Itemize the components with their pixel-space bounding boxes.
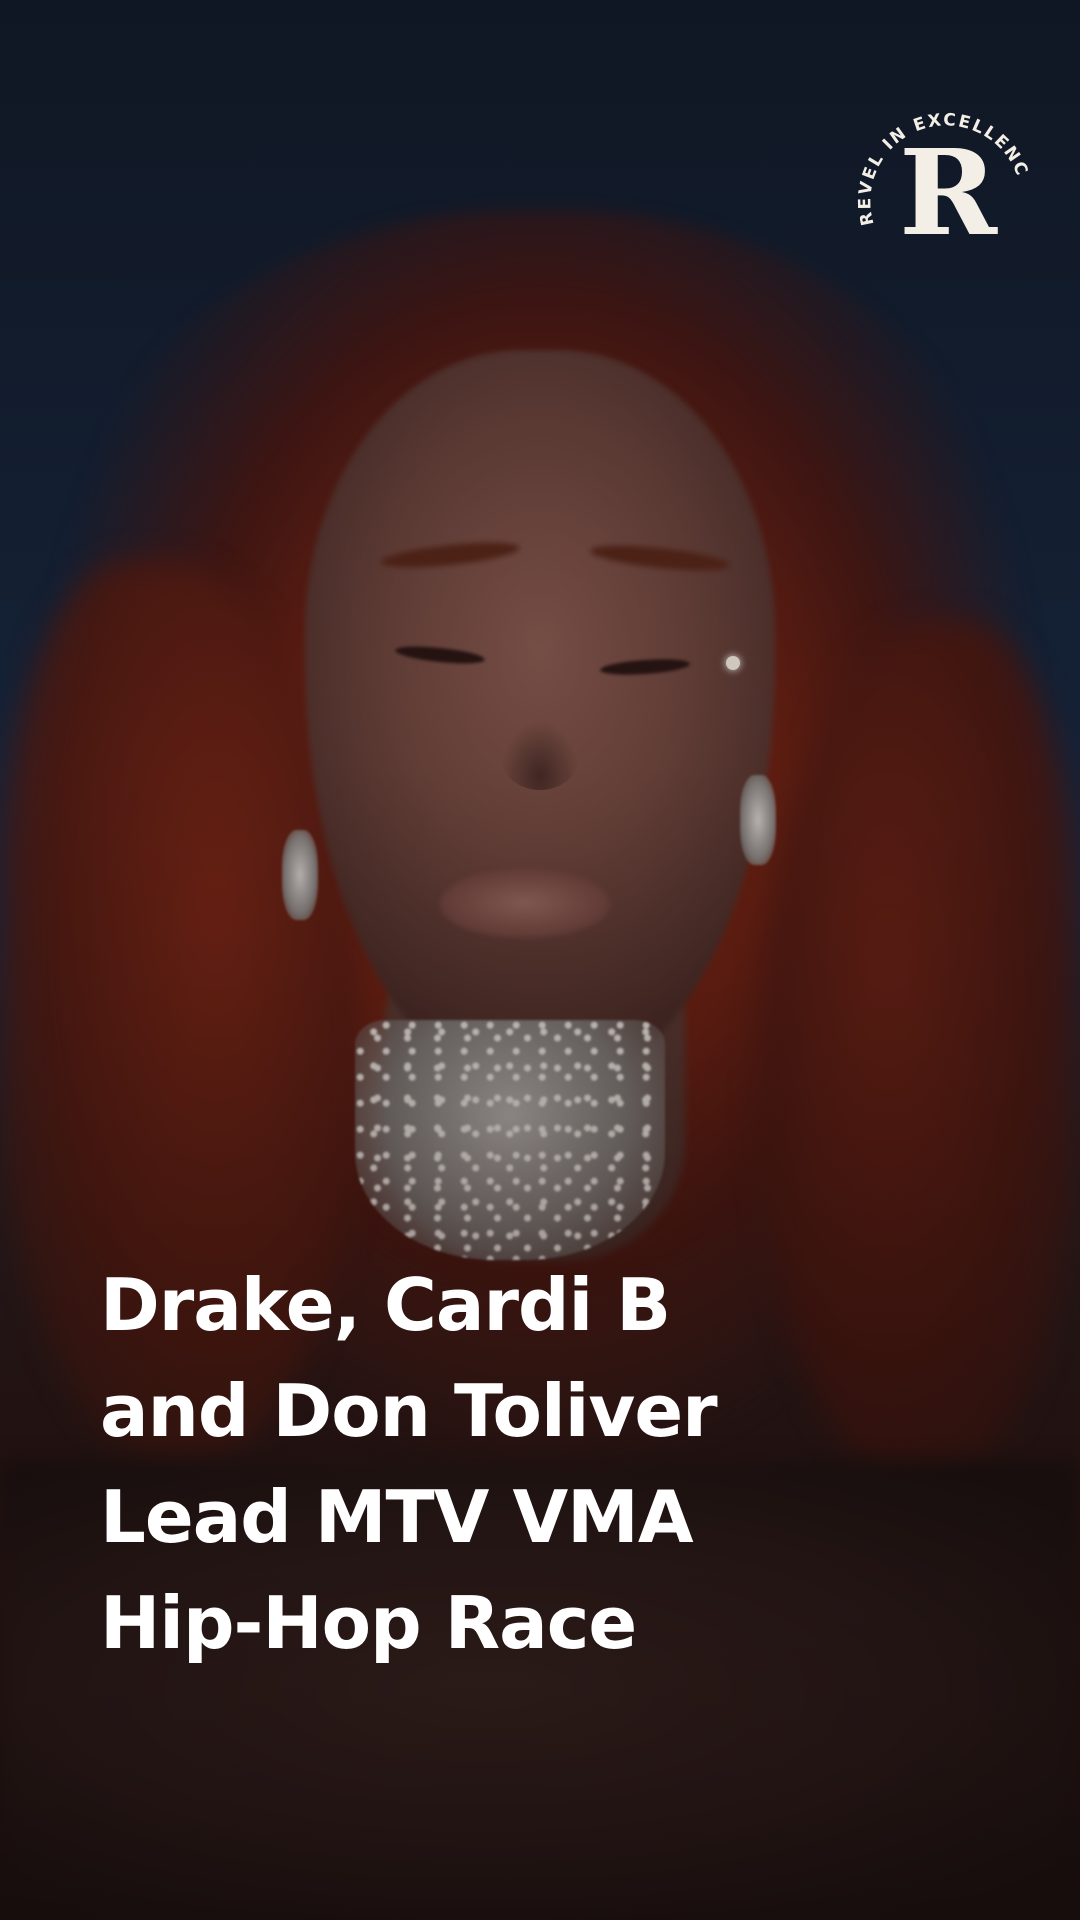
headline-line: Hip-Hop Race (100, 1581, 637, 1665)
story-frame: REVEL IN EXCELLENCE R Drake, Cardi B and… (0, 0, 1080, 1920)
headline: Drake, Cardi B and Don Toliver Lead MTV … (100, 1252, 820, 1676)
headline-line: Lead MTV VMA (100, 1475, 694, 1559)
headline-line: Drake, Cardi B (100, 1263, 671, 1347)
headline-line: and Don Toliver (100, 1369, 718, 1453)
brand-logo: REVEL IN EXCELLENCE R (852, 92, 1030, 262)
logo-monogram: R (899, 123, 998, 262)
